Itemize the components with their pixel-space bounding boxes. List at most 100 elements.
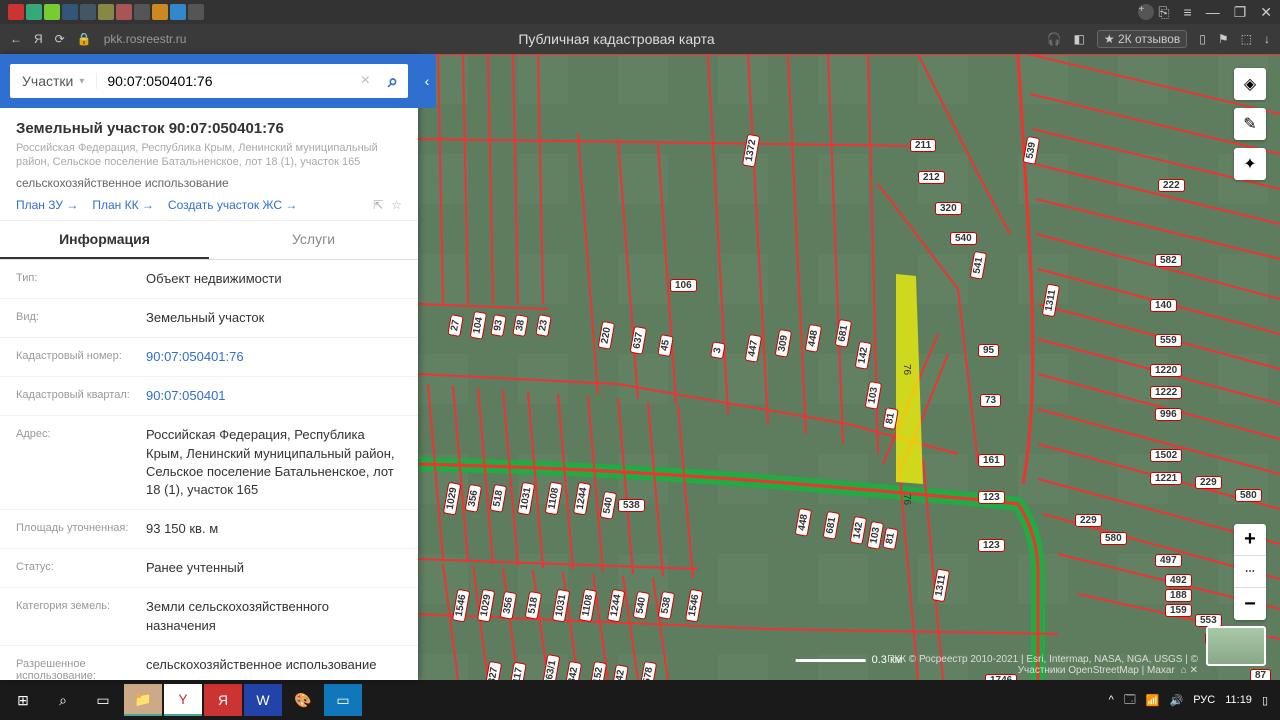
parcel-label[interactable]: 188	[1165, 589, 1192, 602]
browser-tab[interactable]	[44, 4, 60, 20]
zoom-out-button[interactable]: −	[1234, 588, 1266, 620]
wifi-icon[interactable]: 📶	[1146, 694, 1160, 707]
copy-icon[interactable]: ⎘	[1158, 4, 1169, 21]
parcel-label[interactable]: 229	[1195, 476, 1222, 489]
windows-taskbar[interactable]: ⊞ ⌕ ▭ 📁 Y Я W 🎨 ▭ ^ 🗔 📶 🔊 РУС 11:19 ▯	[0, 680, 1280, 720]
volume-icon[interactable]: 🔊	[1169, 694, 1183, 707]
new-tab-button[interactable]: +	[1138, 4, 1154, 20]
browser-tab[interactable]	[80, 4, 96, 20]
browser-tab[interactable]	[170, 4, 186, 20]
battery-icon[interactable]: 🗔	[1124, 691, 1136, 710]
translate-icon[interactable]: ◧	[1074, 32, 1085, 46]
parcel-label[interactable]: 87	[1250, 669, 1271, 680]
parcel-label[interactable]: 42	[612, 664, 628, 680]
parcel-label[interactable]: 123	[978, 491, 1005, 504]
browser-tab[interactable]	[98, 4, 114, 20]
yandex-icon[interactable]: Я	[34, 32, 43, 46]
star-icon[interactable]: ☆	[391, 198, 402, 212]
app-icon[interactable]: Я	[204, 684, 242, 716]
parcel-label[interactable]: 1220	[1150, 364, 1182, 377]
chevron-up-icon[interactable]: ^	[1109, 694, 1114, 706]
extension-icon[interactable]: ⬚	[1241, 32, 1252, 46]
flag-icon[interactable]: ⚑	[1218, 32, 1229, 46]
parcel-label[interactable]: 538	[618, 499, 645, 512]
browser-tab[interactable]	[116, 4, 132, 20]
browser-tab[interactable]	[26, 4, 42, 20]
lang-indicator[interactable]: РУС	[1193, 694, 1215, 706]
url-text[interactable]: pkk.rosreestr.ru	[104, 32, 187, 46]
search-button[interactable]: ⌕	[44, 684, 82, 716]
parcel-label[interactable]: 95	[978, 344, 999, 357]
clock[interactable]: 11:19	[1225, 694, 1252, 706]
parcel-label[interactable]: 73	[980, 394, 1001, 407]
rating-badge[interactable]: ★ 2К отзывов	[1097, 30, 1187, 48]
browser-tab[interactable]	[8, 4, 24, 20]
collapse-sidebar-button[interactable]: ‹	[418, 54, 436, 108]
parcel-label[interactable]: 497	[1155, 554, 1182, 567]
system-tray[interactable]: ^ 🗔 📶 🔊 РУС 11:19 ▯	[1109, 691, 1276, 710]
start-button[interactable]: ⊞	[4, 684, 42, 716]
parcel-label[interactable]: 559	[1155, 334, 1182, 347]
parcel-label[interactable]: 1222	[1150, 386, 1182, 399]
create-zhs-link[interactable]: Создать участок ЖС →	[168, 198, 297, 212]
minimize-icon[interactable]: —	[1206, 4, 1220, 21]
layers-button[interactable]: ◈	[1234, 68, 1266, 100]
parcel-label[interactable]: 211	[910, 139, 936, 152]
parcel-label[interactable]: 123	[978, 539, 1005, 552]
parcel-label[interactable]: 580	[1100, 532, 1127, 545]
parcel-label[interactable]: 492	[1165, 574, 1192, 587]
word-icon[interactable]: W	[244, 684, 282, 716]
browser-tab[interactable]	[152, 4, 168, 20]
app-icon[interactable]: 🎨	[284, 684, 322, 716]
explorer-icon[interactable]: 📁	[124, 684, 162, 716]
tab-info[interactable]: Информация	[0, 221, 209, 259]
download-icon[interactable]: ↓	[1264, 32, 1270, 46]
parcel-label[interactable]: 140	[1150, 299, 1177, 312]
parcel-label[interactable]: 540	[950, 232, 977, 245]
zoom-dot[interactable]: ⋯	[1234, 556, 1266, 588]
browser-tab[interactable]	[62, 4, 78, 20]
info-value: Объект недвижимости	[146, 270, 282, 288]
maximize-icon[interactable]: ❐	[1234, 4, 1247, 21]
headphones-icon[interactable]: 🎧	[1047, 32, 1062, 46]
parcel-label[interactable]: 222	[1158, 179, 1185, 192]
plan-kk-link[interactable]: План КК →	[92, 198, 154, 212]
cadastral-quarter-link[interactable]: 90:07:050401	[146, 387, 226, 405]
search-icon[interactable]: ⌕	[378, 71, 408, 92]
zoom-in-button[interactable]: +	[1234, 524, 1266, 556]
minimap[interactable]	[1206, 626, 1266, 666]
parcel-label[interactable]: 106	[670, 279, 697, 292]
clear-icon[interactable]: ×	[353, 72, 378, 90]
back-button[interactable]: ←	[10, 32, 22, 46]
yandex-browser-icon[interactable]: Y	[164, 684, 202, 716]
app-icon[interactable]: ▭	[324, 684, 362, 716]
parcel-label[interactable]: 212	[918, 171, 945, 184]
bookmark-icon[interactable]: ▯	[1199, 32, 1206, 46]
tab-services[interactable]: Услуги	[209, 221, 418, 259]
browser-tab[interactable]	[134, 4, 150, 20]
menu-icon[interactable]: ≡	[1184, 4, 1192, 21]
search-category-dropdown[interactable]: Участки	[10, 73, 97, 89]
parcel-label[interactable]: 229	[1075, 514, 1102, 527]
browser-tab[interactable]	[188, 4, 204, 20]
parcel-label[interactable]: 582	[1155, 254, 1182, 267]
cadastral-map[interactable]: 76 76 1372211212320540541106957316112312…	[418, 54, 1280, 680]
parcel-label[interactable]: 580	[1235, 489, 1262, 502]
parcel-label[interactable]: 159	[1165, 604, 1192, 617]
taskview-button[interactable]: ▭	[84, 684, 122, 716]
close-icon[interactable]: ✕	[1260, 4, 1272, 21]
share-icon[interactable]: ⇱	[373, 198, 383, 212]
locate-button[interactable]: ✦	[1234, 148, 1266, 180]
reload-button[interactable]: ⟳	[55, 32, 65, 46]
cadastral-number-link[interactable]: 90:07:050401:76	[146, 348, 244, 366]
measure-button[interactable]: ✎	[1234, 108, 1266, 140]
search-input[interactable]	[97, 73, 352, 89]
parcel-label[interactable]: 3	[710, 342, 726, 360]
notifications-icon[interactable]: ▯	[1262, 694, 1268, 707]
parcel-label[interactable]: 1502	[1150, 449, 1182, 462]
parcel-label[interactable]: 1221	[1150, 472, 1182, 485]
parcel-label[interactable]: 161	[978, 454, 1005, 467]
plan-zu-link[interactable]: План ЗУ →	[16, 198, 78, 212]
parcel-label[interactable]: 320	[935, 202, 962, 215]
parcel-label[interactable]: 996	[1155, 408, 1182, 421]
